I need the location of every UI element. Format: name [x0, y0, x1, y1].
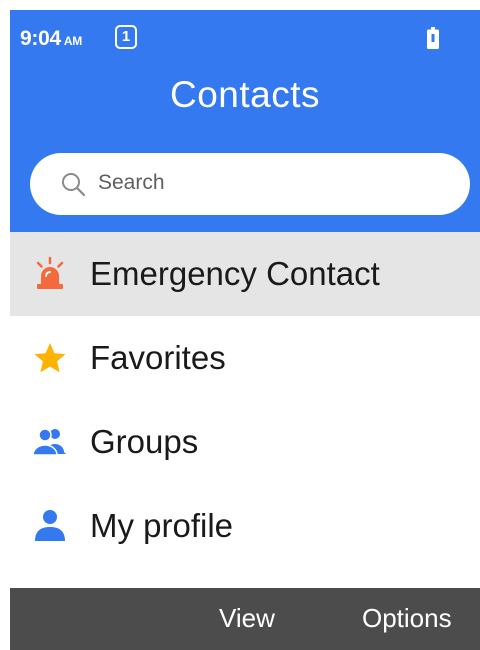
header: 9:04 AM 1 Contacts Search	[10, 10, 480, 232]
star-icon	[34, 343, 66, 373]
menu-item-label: Emergency Contact	[90, 255, 380, 292]
page-title: Contacts	[169, 74, 320, 115]
softkey-bar: View Options	[10, 588, 480, 650]
menu-item-label: Favorites	[90, 339, 226, 376]
menu-item-emergency-contact[interactable]: Emergency Contact	[10, 232, 480, 316]
status-ampm: AM	[63, 34, 82, 48]
menu-item-label: Groups	[90, 423, 199, 460]
siren-icon	[36, 256, 64, 289]
status-time-value: 9:04	[20, 27, 61, 50]
battery-icon	[427, 27, 439, 49]
menu-item-favorites[interactable]: Favorites	[10, 316, 480, 400]
status-time: 9:04 AM	[20, 27, 82, 51]
search-icon	[62, 173, 86, 197]
softkey-view[interactable]: View	[219, 603, 275, 634]
status-bar: 9:04 AM 1	[10, 10, 480, 68]
menu-item-groups[interactable]: Groups	[10, 400, 480, 484]
search-placeholder: Search	[98, 171, 165, 194]
contacts-screen: 9:04 AM 1 Contacts Search Emergency Cont…	[10, 10, 480, 650]
sim-slot-number: 1	[121, 28, 131, 45]
person-icon	[35, 510, 65, 541]
search-input[interactable]: Search	[30, 153, 470, 215]
group-icon	[32, 428, 66, 456]
sim-icon: 1	[115, 25, 137, 49]
softkey-options[interactable]: Options	[362, 603, 452, 634]
menu-item-my-profile[interactable]: My profile	[10, 484, 480, 568]
menu-item-label: My profile	[90, 507, 234, 544]
